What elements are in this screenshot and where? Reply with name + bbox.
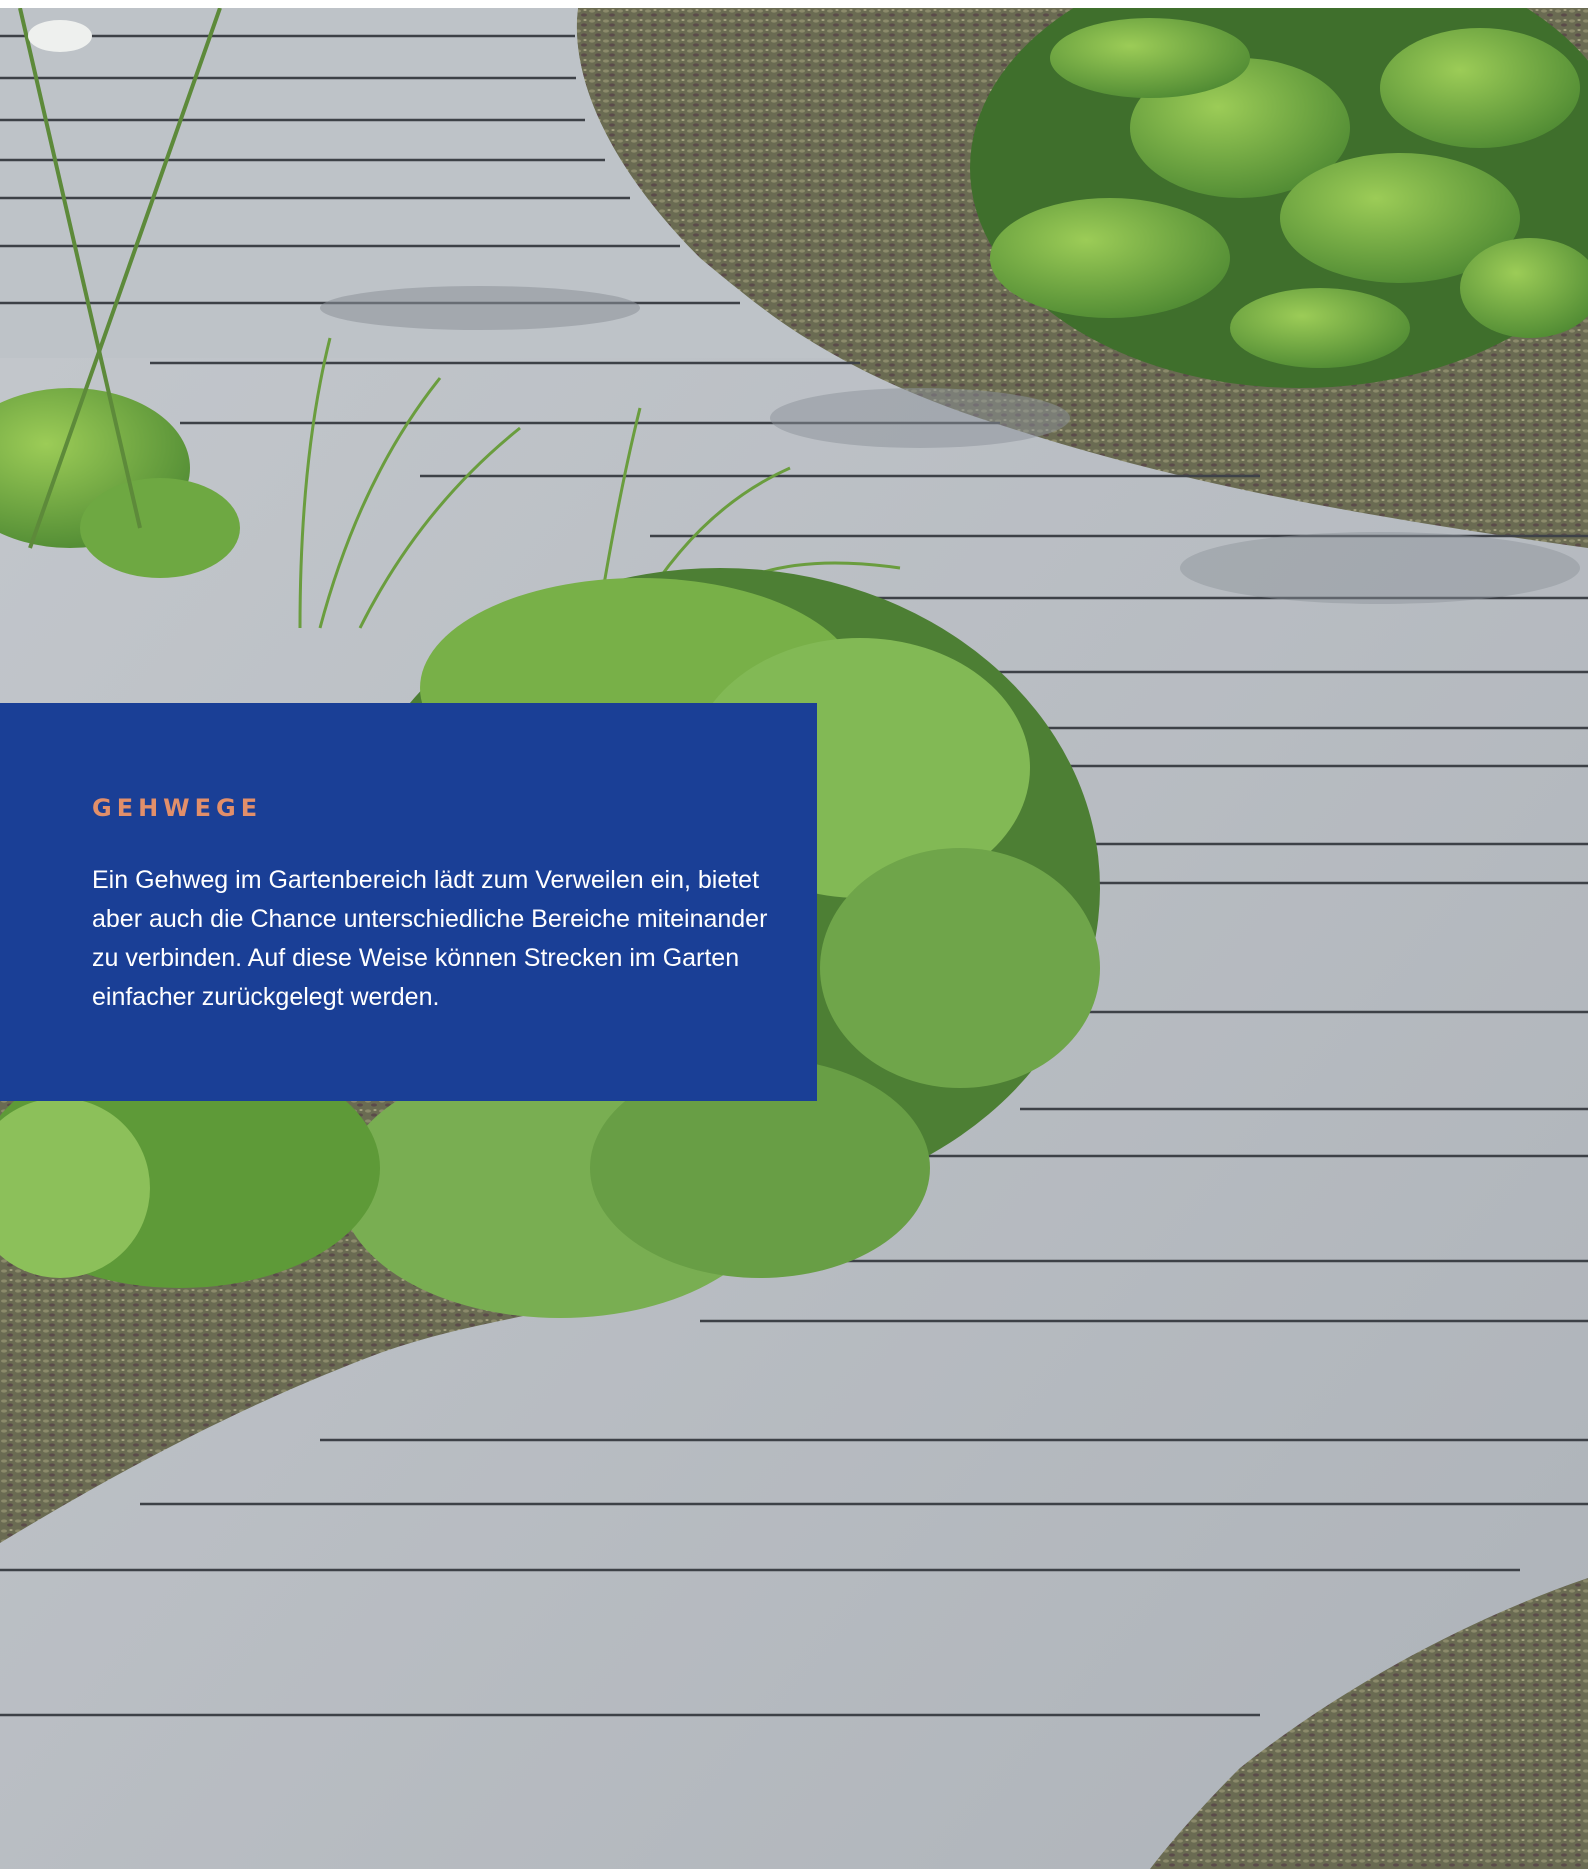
brochure-page: GEHWEGE Ein Gehweg im Gartenbereich lädt… — [0, 0, 1588, 1869]
section-title: GEHWEGE — [92, 794, 263, 822]
section-description: Ein Gehweg im Gartenbereich lädt zum Ver… — [92, 866, 768, 1011]
shadow — [320, 286, 640, 330]
shadow — [1180, 532, 1580, 604]
shadow — [770, 388, 1070, 448]
info-panel: GEHWEGE Ein Gehweg im Gartenbereich lädt… — [0, 703, 817, 1101]
